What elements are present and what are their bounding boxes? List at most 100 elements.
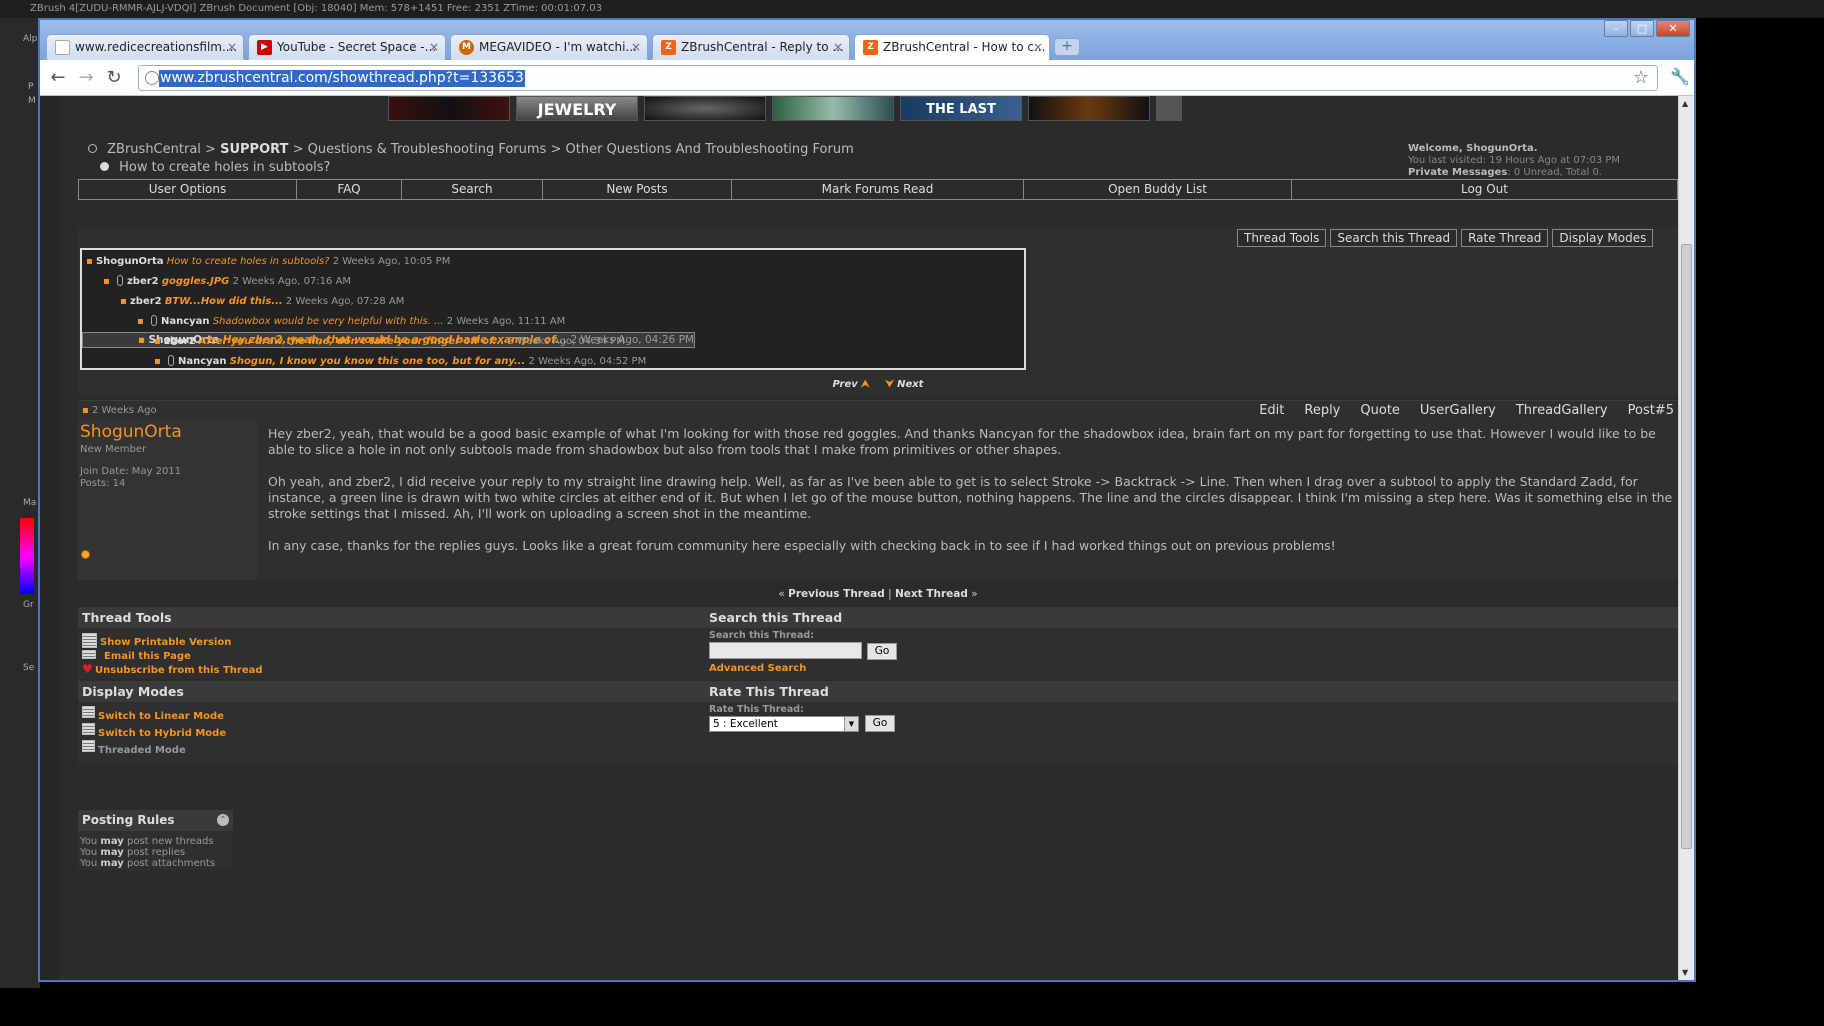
nav-user-options[interactable]: User Options (79, 180, 297, 199)
background-app-titlebar: ZBrush 4[ZUDU-RMMR-AJLJ-VDQI] ZBrush Doc… (0, 0, 1824, 18)
scrollbar-thumb[interactable] (1681, 244, 1692, 849)
scroll-up-arrow-icon[interactable]: ▲ (1682, 99, 1688, 108)
rate-go-button[interactable]: Go (865, 715, 895, 732)
ad-banner-jewelry[interactable]: JEWELRY (516, 96, 638, 121)
rating-select[interactable]: 5 : Excellent ▼ (709, 716, 859, 732)
address-bar[interactable]: www.zbrushcentral.com/showthread.php?t=1… (138, 65, 1658, 91)
post-number-link[interactable]: Post#5 (1628, 403, 1674, 418)
breadcrumb-site[interactable]: ZBrushCentral (107, 142, 201, 157)
thread-tools-bar: Thread Tools Search this Thread Rate Thr… (1237, 229, 1654, 247)
threaded-mode-label: Threaded Mode (98, 745, 186, 756)
thread-gallery-link[interactable]: ThreadGallery (1516, 403, 1608, 418)
ad-banner[interactable] (772, 96, 894, 121)
unsubscribe-link[interactable]: Unsubscribe from this Thread (95, 665, 263, 676)
tab-youtube[interactable]: ▶ YouTube - Secret Space -... × (248, 34, 446, 60)
tree-post-link[interactable]: goggles.JPG (162, 276, 230, 287)
bg-label: Ma (23, 498, 37, 508)
bullet-icon: ▪ (103, 276, 113, 287)
tab-label: www.redicecreationsfilm.... (75, 40, 238, 54)
thread-tools-button[interactable]: Thread Tools (1237, 229, 1327, 247)
threaded-tree: ▪ ShogunOrta How to create holes in subt… (80, 248, 1026, 370)
nav-open-buddy-list[interactable]: Open Buddy List (1024, 180, 1292, 199)
collapse-icon[interactable]: ⌃ (217, 814, 229, 826)
reply-link[interactable]: Reply (1304, 403, 1340, 418)
back-button[interactable]: ← (46, 67, 70, 89)
color-picker-strip[interactable] (20, 518, 34, 594)
private-messages-link[interactable]: Private Messages (1408, 167, 1507, 178)
ad-banner[interactable] (1028, 96, 1150, 121)
url-text[interactable]: www.zbrushcentral.com/showthread.php?t=1… (159, 70, 525, 87)
ad-banner[interactable] (644, 96, 766, 121)
ad-banner[interactable] (1156, 96, 1182, 121)
tree-row[interactable]: ▪ zber2 goggles.JPG 2 Weeks Ago, 07:16 A… (82, 272, 1024, 292)
nav-new-posts[interactable]: New Posts (543, 180, 732, 199)
hybrid-mode-link[interactable]: Switch to Hybrid Mode (98, 728, 226, 739)
rate-thread-panel: Rate This Thread Rate This Thread: 5 : E… (705, 681, 1678, 766)
up-arrow-icon[interactable]: ⮝ (861, 379, 870, 390)
nav-faq[interactable]: FAQ (297, 180, 402, 199)
reload-button[interactable]: ↻ (102, 67, 126, 89)
tree-post-link[interactable]: Shadowbox would be very helpful with thi… (213, 316, 444, 327)
breadcrumb-section[interactable]: SUPPORT (220, 142, 288, 157)
nav-log-out[interactable]: Log Out (1292, 180, 1677, 199)
tree-post-link[interactable]: How to create holes in subtools? (167, 256, 330, 267)
tree-user: Nancyan (160, 316, 210, 327)
breadcrumb-forum[interactable]: Questions & Troubleshooting Forums (308, 142, 547, 157)
tab-megavideo[interactable]: M MEGAVIDEO - I'm watchi... × (450, 34, 648, 60)
close-icon[interactable]: × (1033, 35, 1043, 59)
search-thread-button[interactable]: Search this Thread (1330, 229, 1458, 247)
prev-next-bar: Prev ⮝ ⮟ Next (78, 374, 1678, 396)
user-gallery-link[interactable]: UserGallery (1420, 403, 1496, 418)
tree-row[interactable]: ▪ zber2 BTW...How did this... 2 Weeks Ag… (82, 292, 1024, 312)
quote-link[interactable]: Quote (1360, 403, 1400, 418)
tree-row[interactable]: ▪ zber2 After you draw the line, don't t… (82, 332, 1024, 352)
nav-search[interactable]: Search (402, 180, 543, 199)
bookmark-star-icon[interactable]: ☆ (1633, 67, 1649, 88)
search-go-button[interactable]: Go (867, 643, 897, 660)
minimize-button[interactable]: – (1604, 20, 1628, 37)
breadcrumb-subforum[interactable]: Other Questions And Troubleshooting Foru… (566, 142, 854, 157)
prev-link[interactable]: Prev (833, 379, 858, 390)
printable-version-link[interactable]: Show Printable Version (100, 637, 231, 648)
close-window-button[interactable]: ✕ (1656, 20, 1690, 37)
forward-button[interactable]: → (74, 67, 98, 89)
email-page-link[interactable]: Email this Page (104, 651, 191, 662)
tab-zbrush-howto[interactable]: Z ZBrushCentral - How to c... × (854, 34, 1050, 60)
chevron-down-icon[interactable]: ▼ (844, 717, 858, 731)
down-arrow-icon[interactable]: ⮟ (885, 379, 894, 390)
display-modes-panel: Display Modes Switch to Linear Mode Swit… (78, 681, 705, 766)
ad-banner[interactable] (388, 96, 510, 121)
tree-row[interactable]: ▪ Nancyan Shogun, I know you know this o… (82, 352, 1024, 372)
nav-mark-forums-read[interactable]: Mark Forums Read (732, 180, 1024, 199)
tab-redice[interactable]: www.redicecreationsfilm.... × (46, 34, 244, 60)
scroll-down-arrow-icon[interactable]: ▼ (1682, 968, 1688, 977)
close-icon[interactable]: × (429, 35, 439, 59)
post-username[interactable]: ShogunOrta (80, 422, 182, 442)
tab-zbrush-reply[interactable]: Z ZBrushCentral - Reply to ... × (652, 34, 850, 60)
browser-window: www.redicecreationsfilm.... × ▶ YouTube … (38, 18, 1696, 982)
search-thread-input[interactable] (709, 642, 862, 659)
linear-mode-link[interactable]: Switch to Linear Mode (98, 711, 224, 722)
tree-post-link[interactable]: Shogun, I know you know this one too, bu… (230, 356, 526, 367)
close-icon[interactable]: × (833, 35, 843, 59)
tree-row[interactable]: ▪ ShogunOrta How to create holes in subt… (82, 252, 1024, 272)
linear-mode-icon (82, 706, 95, 718)
next-thread-link[interactable]: Next Thread (895, 588, 968, 600)
next-link[interactable]: Next (897, 379, 923, 390)
advanced-search-link[interactable]: Advanced Search (709, 663, 806, 674)
maximize-button[interactable]: □ (1630, 20, 1654, 37)
rate-thread-button[interactable]: Rate Thread (1461, 229, 1549, 247)
wrench-icon[interactable]: 🔧 (1670, 67, 1690, 86)
close-icon[interactable]: × (631, 35, 641, 59)
tree-post-link[interactable]: BTW...How did this... (165, 296, 283, 307)
tree-post-link[interactable]: After you draw the line, don't take your… (199, 336, 504, 347)
edit-link[interactable]: Edit (1259, 403, 1284, 418)
tree-row[interactable]: ▪ Nancyan Shadowbox would be very helpfu… (82, 312, 1024, 332)
previous-thread-link[interactable]: Previous Thread (788, 588, 885, 600)
close-icon[interactable]: × (227, 35, 237, 59)
display-modes-button[interactable]: Display Modes (1552, 229, 1654, 247)
new-tab-button[interactable]: + (1054, 38, 1080, 56)
ad-banner-last-cause[interactable]: THE LAST CAUSE (900, 96, 1022, 121)
youtube-icon: ▶ (257, 40, 272, 55)
vertical-scrollbar[interactable]: ▲ ▼ (1678, 96, 1694, 980)
